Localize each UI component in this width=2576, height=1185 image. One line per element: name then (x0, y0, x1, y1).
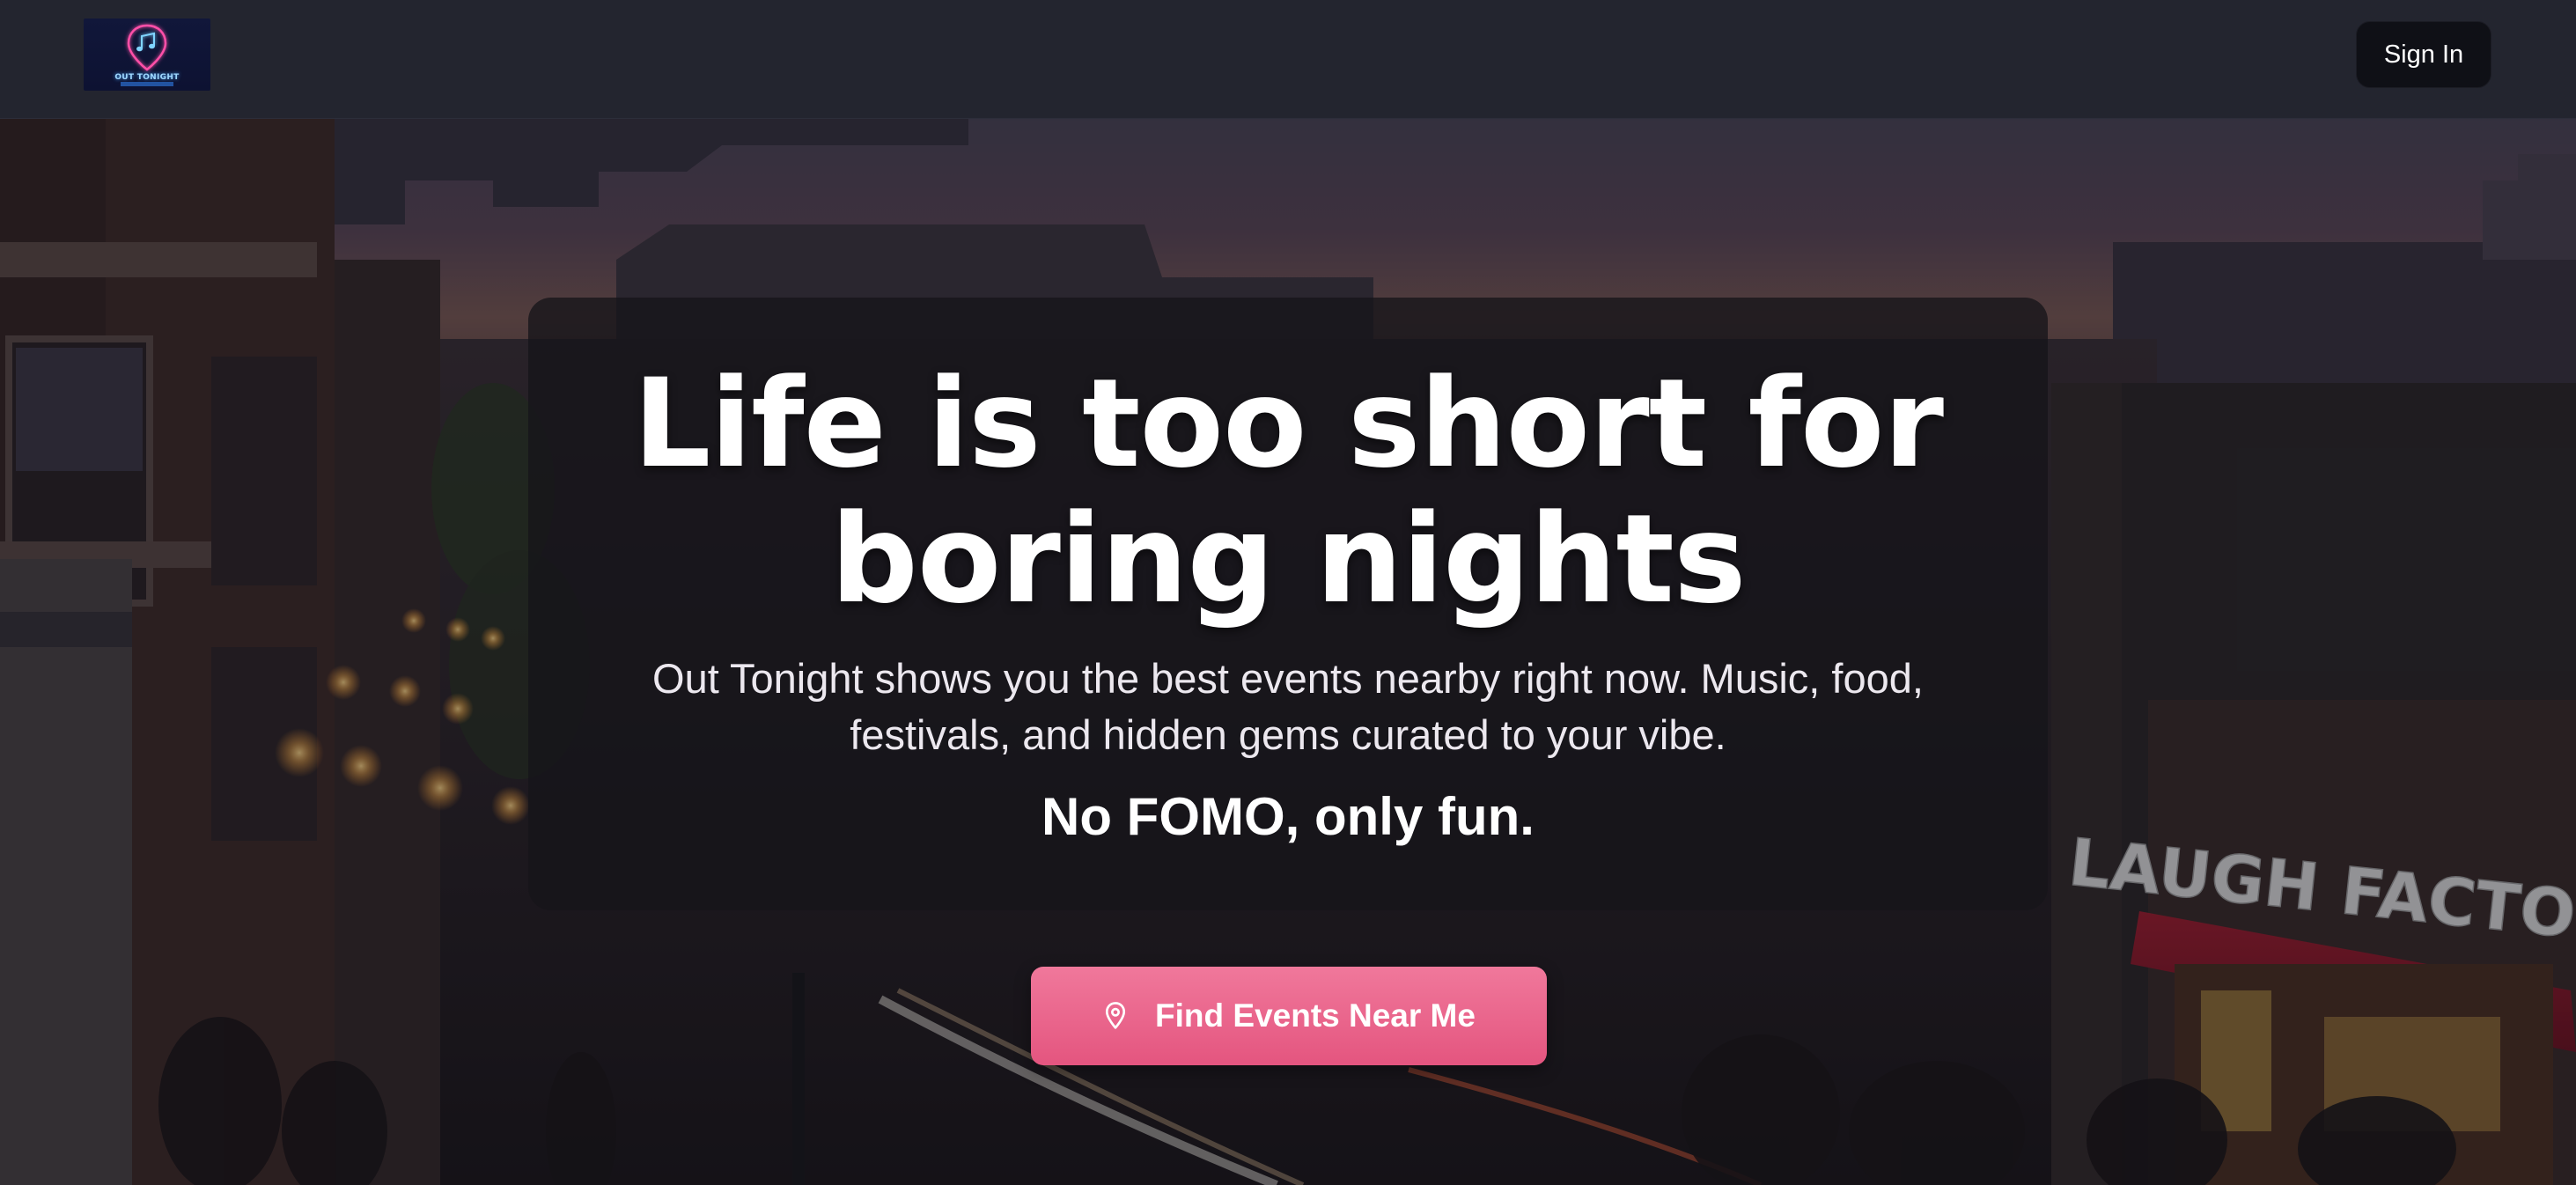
headline-line-1: Life is too short for (632, 352, 1944, 495)
find-events-label: Find Events Near Me (1155, 997, 1476, 1034)
app-logo[interactable]: OUT TONIGHT (84, 18, 210, 91)
logo-text: OUT TONIGHT (114, 73, 180, 82)
subtitle-line-2: festivals, and hidden gems curated to yo… (850, 711, 1726, 758)
headline-line-2: boring nights (830, 488, 1746, 630)
top-navbar: OUT TONIGHT Sign In (0, 0, 2576, 119)
hero-tagline: No FOMO, only fun. (1041, 787, 1535, 846)
find-events-button[interactable]: Find Events Near Me (1031, 967, 1547, 1065)
hero-card: Life is too short for boring nights Out … (528, 298, 2048, 910)
map-pin-icon (1102, 1001, 1129, 1031)
hero-subtitle: Out Tonight shows you the best events ne… (581, 651, 1995, 763)
subtitle-line-1: Out Tonight shows you the best events ne… (652, 655, 1924, 702)
hero-headline: Life is too short for boring nights (528, 356, 2048, 627)
sign-in-button[interactable]: Sign In (2356, 21, 2491, 88)
